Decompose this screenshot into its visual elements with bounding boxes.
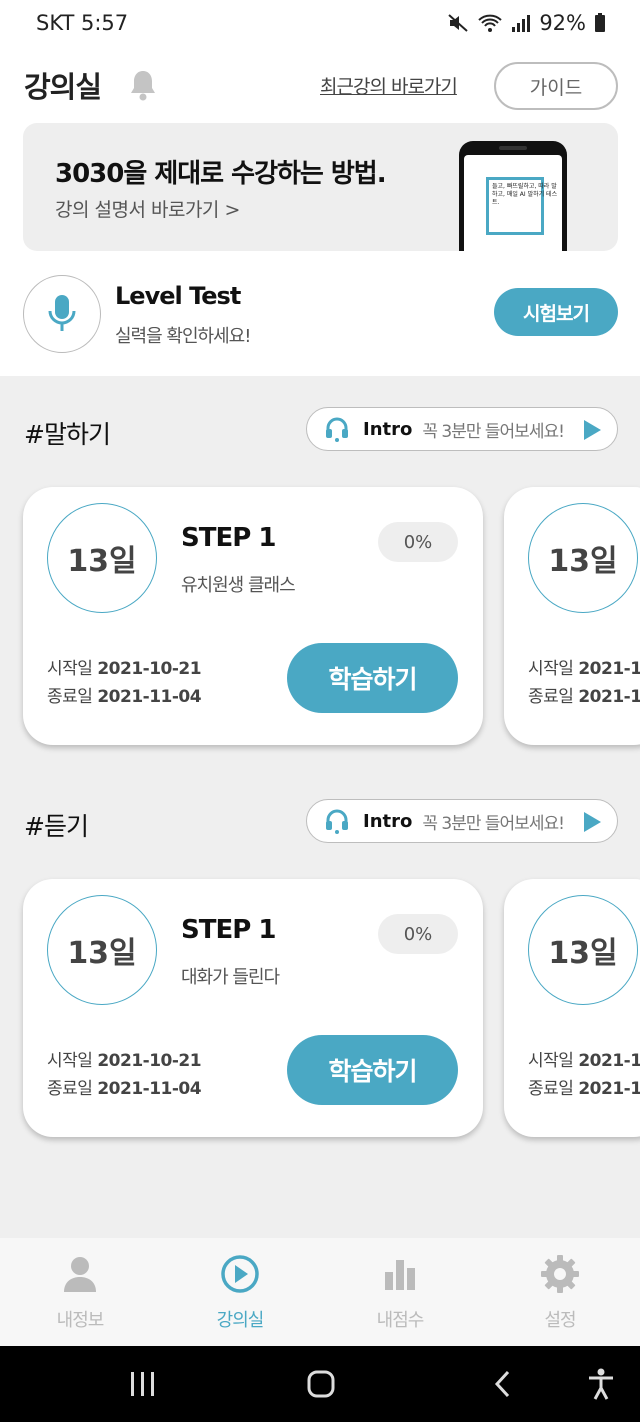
intro-text: 꼭 3분만 들어보세요! (422, 421, 565, 442)
course-card[interactable]: 13일 STEP 1 대화가 들린다 0% 시작일 2021-10-21 종료일… (23, 879, 483, 1137)
nav-label: 내점수 (376, 1310, 425, 1331)
end-date: 2021-11-04 (97, 1079, 202, 1099)
mic-badge (23, 275, 101, 353)
battery-icon (595, 13, 605, 32)
guide-banner[interactable]: 3030을 제대로 수강하는 방법. 강의 설명서 바로가기 > 들고, 빠뜨릴… (23, 123, 618, 251)
end-label: 종료일 (528, 1079, 574, 1099)
recents-icon[interactable] (118, 1346, 168, 1422)
end-label: 종료일 (528, 687, 574, 707)
level-test-title: Level Test (115, 282, 241, 310)
intro-button[interactable]: Intro 꼭 3분만 들어보세요! (306, 407, 618, 451)
date-range: 시작일 2021-10-21 종료일 2021-11-04 (47, 655, 202, 711)
step-subtitle: 유치원생 클래스 (181, 575, 296, 596)
phone-illustration: 들고, 빠뜨릴하고, 따라 말하고, 매일 AI 말하기 테스트. (459, 141, 567, 251)
end-date: 2021-11 (578, 1079, 640, 1099)
date-range: 시작일 2021-10 종료일 2021-11 (528, 655, 640, 711)
intro-label: Intro (363, 418, 413, 440)
study-button[interactable]: 학습하기 (287, 643, 458, 713)
nav-label: 강의실 (216, 1310, 265, 1331)
intro-button[interactable]: Intro 꼭 3분만 들어보세요! (306, 799, 618, 843)
section-title: #듣기 (24, 812, 89, 841)
back-icon[interactable] (478, 1346, 528, 1422)
page-title: 강의실 (24, 70, 102, 104)
level-test-row: Level Test 실력을 확인하세요! 시험보기 (0, 262, 640, 376)
mute-icon (448, 14, 468, 32)
bell-icon[interactable] (128, 68, 158, 102)
start-date: 2021-10 (578, 659, 640, 679)
banner-subtitle[interactable]: 강의 설명서 바로가기 > (55, 195, 240, 222)
date-range: 시작일 2021-10-21 종료일 2021-11-04 (47, 1047, 202, 1103)
battery-text: 92% (539, 11, 586, 35)
step-title: STEP 1 (181, 915, 276, 945)
nav-label: 내정보 (56, 1310, 105, 1331)
start-date: 2021-10 (578, 1051, 640, 1071)
carrier-time: SKT 5:57 (36, 11, 129, 35)
recent-lecture-link[interactable]: 최근강의 바로가기 (320, 72, 458, 99)
start-label: 시작일 (47, 1051, 93, 1071)
phone-text: 들고, 빠뜨릴하고, 따라 말하고, 매일 AI 말하기 테스트. (492, 183, 558, 206)
start-label: 시작일 (528, 1051, 574, 1071)
headset-icon (326, 809, 348, 834)
progress-badge: 0% (378, 522, 458, 562)
microphone-icon (48, 295, 76, 331)
nav-settings[interactable]: 설정 (500, 1254, 620, 1334)
end-date: 2021-11 (578, 687, 640, 707)
banner-title: 3030을 제대로 수강하는 방법. (55, 159, 387, 189)
nav-my-info[interactable]: 내정보 (20, 1254, 140, 1334)
bottom-nav: 내정보 강의실 내점수 설정 (0, 1238, 640, 1346)
phone-screen: 들고, 빠뜨릴하고, 따라 말하고, 매일 AI 말하기 테스트. (464, 155, 562, 251)
play-icon (584, 812, 601, 832)
study-button[interactable]: 학습하기 (287, 1035, 458, 1105)
intro-text: 꼭 3분만 들어보세요! (422, 813, 565, 834)
start-date: 2021-10-21 (97, 1051, 202, 1071)
status-icons: 92% (447, 11, 606, 35)
level-test-subtitle: 실력을 확인하세요! (115, 326, 251, 347)
status-bar: SKT 5:57 92% (0, 0, 640, 46)
headset-icon (326, 417, 348, 442)
phone-notch (499, 146, 527, 150)
intro-label: Intro (363, 810, 413, 832)
section-speaking-header: #말하기 Intro 꼭 3분만 들어보세요! (0, 407, 640, 457)
guide-button[interactable]: 가이드 (494, 62, 618, 110)
end-date: 2021-11-04 (97, 687, 202, 707)
play-circle-icon (221, 1255, 259, 1293)
system-nav-bar (0, 1346, 640, 1422)
accessibility-icon[interactable] (578, 1346, 624, 1422)
gear-icon (541, 1255, 579, 1293)
play-icon (584, 420, 601, 440)
bar-chart-icon (385, 1260, 415, 1290)
progress-badge: 0% (378, 914, 458, 954)
date-range: 시작일 2021-10 종료일 2021-11 (528, 1047, 640, 1103)
course-content[interactable]: #말하기 Intro 꼭 3분만 들어보세요! 13일 STEP 1 유치원생 … (0, 376, 640, 1238)
end-label: 종료일 (47, 687, 93, 707)
header: 강의실 최근강의 바로가기 가이드 (0, 58, 640, 114)
start-date: 2021-10-21 (97, 659, 202, 679)
days-badge: 13일 (47, 895, 157, 1005)
course-card-peek[interactable]: 13일 시작일 2021-10 종료일 2021-11 (504, 879, 640, 1137)
days-badge: 13일 (528, 503, 638, 613)
signal-icon (512, 15, 531, 32)
course-card[interactable]: 13일 STEP 1 유치원생 클래스 0% 시작일 2021-10-21 종료… (23, 487, 483, 745)
step-title: STEP 1 (181, 523, 276, 553)
course-card-peek[interactable]: 13일 시작일 2021-10 종료일 2021-11 (504, 487, 640, 745)
step-subtitle: 대화가 들린다 (181, 967, 280, 988)
take-test-button[interactable]: 시험보기 (494, 288, 618, 336)
nav-classroom[interactable]: 강의실 (180, 1254, 300, 1334)
wifi-icon (478, 14, 502, 32)
start-label: 시작일 (47, 659, 93, 679)
nav-label: 설정 (544, 1310, 576, 1331)
days-badge: 13일 (47, 503, 157, 613)
end-label: 종료일 (47, 1079, 93, 1099)
section-listening-header: #듣기 Intro 꼭 3분만 들어보세요! (0, 799, 640, 849)
person-icon (64, 1257, 96, 1292)
nav-my-score[interactable]: 내점수 (340, 1254, 460, 1334)
days-badge: 13일 (528, 895, 638, 1005)
home-icon[interactable] (296, 1346, 346, 1422)
section-title: #말하기 (24, 420, 111, 449)
start-label: 시작일 (528, 659, 574, 679)
